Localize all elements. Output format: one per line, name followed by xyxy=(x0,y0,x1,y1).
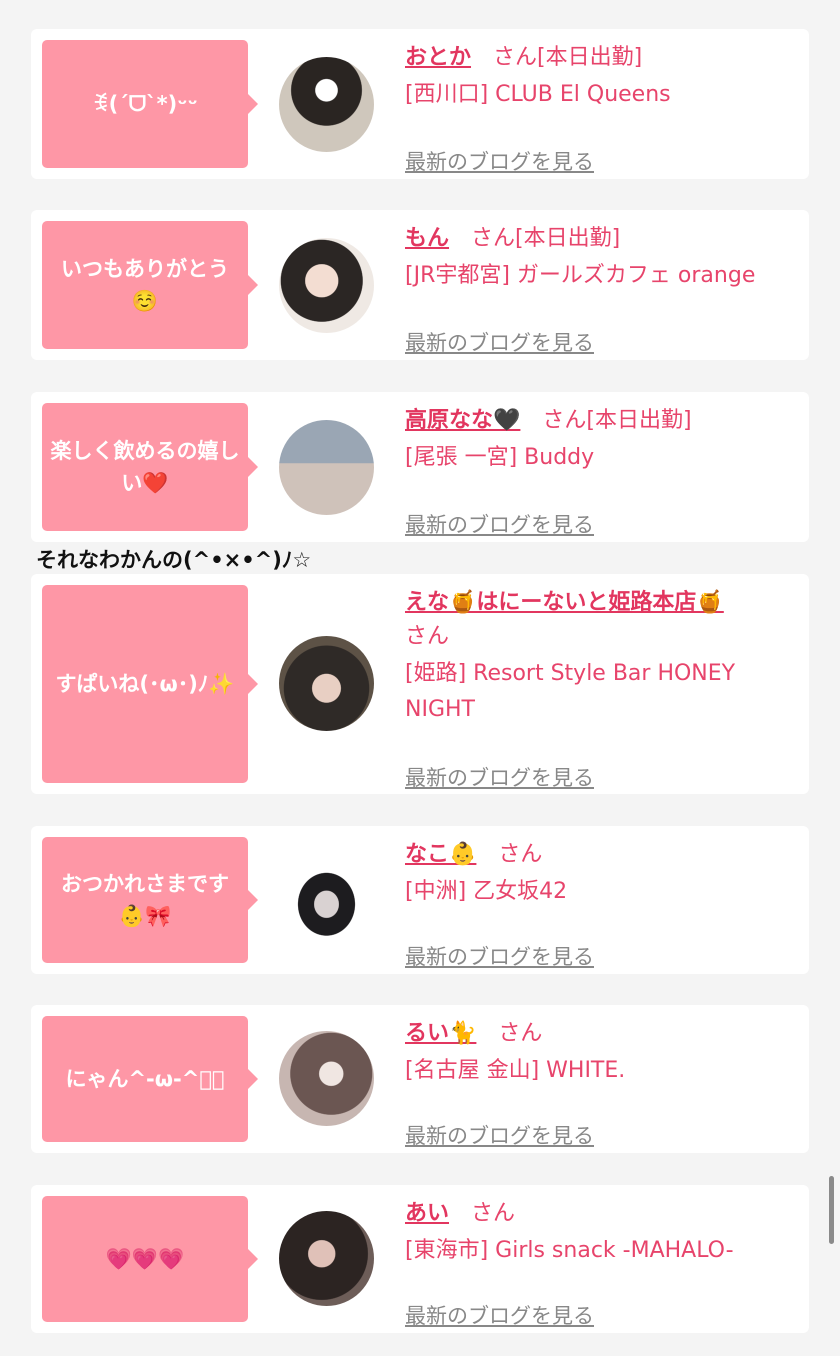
shop-name: [姫路] Resort Style Bar HONEY NIGHT xyxy=(405,661,736,722)
shop-name: [西川口] CLUB El Queens xyxy=(405,82,671,107)
badge-today: [本日出勤] xyxy=(515,226,621,251)
honorific: さん xyxy=(471,1201,516,1226)
message-card: にゃん^-ω-^ฅ゙ るい🐈 さん [名古屋 金山] WHITE. 最新のブログを… xyxy=(31,1005,809,1153)
cast-name-link[interactable]: なこ👶 xyxy=(405,842,476,867)
scrollbar[interactable] xyxy=(829,1176,834,1244)
message-bubble: ꉂ(ˊᗜˋ*)ᵕᵕ xyxy=(42,40,258,168)
message-card: おつかれさまです👶🎀 なこ👶 さん [中洲] 乙女坂42 最新のブログを見る xyxy=(31,826,809,974)
shop-name: [尾張 一宮] Buddy xyxy=(405,445,595,470)
message-card: いつもありがとう☺️ もん さん[本日出勤] [JR宇都宮] ガールズカフェ or… xyxy=(31,210,809,360)
latest-blog-link[interactable]: 最新のブログを見る xyxy=(405,146,594,176)
latest-blog-link[interactable]: 最新のブログを見る xyxy=(405,1120,594,1150)
cast-info: もん さん[本日出勤] [JR宇都宮] ガールズカフェ orange 最新のブログ… xyxy=(405,222,795,355)
message-bubble: いつもありがとう☺️ xyxy=(42,221,258,349)
cast-info: おとか さん[本日出勤] [西川口] CLUB El Queens 最新のブログを… xyxy=(405,41,795,174)
avatar[interactable] xyxy=(279,1211,374,1306)
cast-name-link[interactable]: おとか xyxy=(405,45,471,70)
message-card: すぱいね(･ω･)ﾉ✨ えな🍯はにーないと姫路本店🍯 さん [姫路] Resor… xyxy=(31,574,809,794)
shop-name: [中洲] 乙女坂42 xyxy=(405,879,568,904)
honorific: さん xyxy=(498,1021,543,1046)
cast-info: るい🐈 さん [名古屋 金山] WHITE. 最新のブログを見る xyxy=(405,1017,795,1148)
cast-info: あい さん [東海市] Girls snack -MAHALO- 最新のブログを見… xyxy=(405,1197,795,1328)
message-bubble: 💗💗💗 xyxy=(42,1196,258,1322)
cast-name-link[interactable]: えな🍯はにーないと姫路本店🍯 xyxy=(405,590,724,615)
message-card: 💗💗💗 あい さん [東海市] Girls snack -MAHALO- 最新のブ… xyxy=(31,1185,809,1333)
avatar[interactable] xyxy=(279,636,374,731)
latest-blog-link[interactable]: 最新のブログを見る xyxy=(405,1300,594,1330)
avatar[interactable] xyxy=(279,852,374,947)
avatar[interactable] xyxy=(279,1031,374,1126)
latest-blog-link[interactable]: 最新のブログを見る xyxy=(405,762,594,792)
latest-blog-link[interactable]: 最新のブログを見る xyxy=(405,941,594,971)
honorific: さん xyxy=(471,226,516,251)
latest-blog-link[interactable]: 最新のブログを見る xyxy=(405,327,594,357)
cast-info: えな🍯はにーないと姫路本店🍯 さん [姫路] Resort Style Bar … xyxy=(405,586,795,790)
shop-name: [JR宇都宮] ガールズカフェ orange xyxy=(405,263,756,288)
honorific: さん xyxy=(405,624,450,649)
cast-name-link[interactable]: あい xyxy=(405,1201,449,1226)
avatar[interactable] xyxy=(279,420,374,515)
latest-blog-link[interactable]: 最新のブログを見る xyxy=(405,509,594,539)
message-card: 楽しく飲めるの嬉しい❤️ 高原なな🖤 さん[本日出勤] [尾張 一宮] Buddy… xyxy=(31,392,809,542)
honorific: さん xyxy=(498,842,543,867)
cast-info: 高原なな🖤 さん[本日出勤] [尾張 一宮] Buddy 最新のブログを見る xyxy=(405,404,795,537)
avatar[interactable] xyxy=(279,57,374,152)
cast-name-link[interactable]: 高原なな🖤 xyxy=(405,408,520,433)
message-card: ꉂ(ˊᗜˋ*)ᵕᵕ おとか さん[本日出勤] [西川口] CLUB El Quee… xyxy=(31,29,809,179)
cast-info: なこ👶 さん [中洲] 乙女坂42 最新のブログを見る xyxy=(405,838,795,969)
message-bubble: 楽しく飲めるの嬉しい❤️ xyxy=(42,403,258,531)
shop-name: [名古屋 金山] WHITE. xyxy=(405,1058,626,1083)
message-bubble: すぱいね(･ω･)ﾉ✨ xyxy=(42,585,258,783)
cast-name-link[interactable]: もん xyxy=(405,226,449,251)
badge-today: [本日出勤] xyxy=(586,408,692,433)
shop-name: [東海市] Girls snack -MAHALO- xyxy=(405,1238,734,1263)
message-bubble: にゃん^-ω-^ฅ゙ xyxy=(42,1016,258,1142)
avatar[interactable] xyxy=(279,238,374,333)
message-bubble: おつかれさまです👶🎀 xyxy=(42,837,258,963)
honorific: さん xyxy=(493,45,538,70)
overlay-text: それなわかんの(^•×•^)ﾉ☆ xyxy=(36,548,312,572)
badge-today: [本日出勤] xyxy=(537,45,643,70)
honorific: さん xyxy=(542,408,587,433)
cast-name-link[interactable]: るい🐈 xyxy=(405,1021,476,1046)
